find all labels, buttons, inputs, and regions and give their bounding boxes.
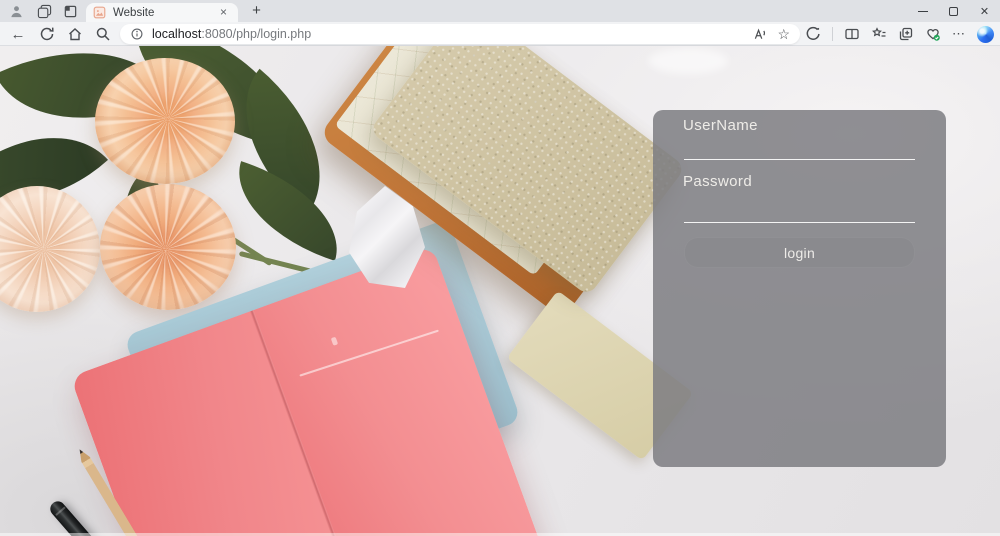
browser-window: Website × + ✕ ← localhost:8080/php/login… xyxy=(0,0,1000,536)
extensions-icon[interactable] xyxy=(805,26,821,42)
toolbar-divider xyxy=(832,27,833,41)
maximize-button[interactable] xyxy=(938,0,969,22)
refresh-icon[interactable] xyxy=(38,25,56,43)
tab-actions-icon[interactable] xyxy=(62,3,78,19)
new-tab-button[interactable]: + xyxy=(247,2,266,21)
rose-photo xyxy=(100,184,236,310)
username-input[interactable] xyxy=(684,136,915,160)
read-aloud-icon[interactable] xyxy=(752,27,767,42)
rose-photo xyxy=(0,186,100,312)
browser-tab[interactable]: Website × xyxy=(86,3,238,22)
login-button[interactable]: login xyxy=(684,237,915,268)
minimize-button[interactable] xyxy=(907,0,938,22)
favorites-icon[interactable] xyxy=(871,26,887,42)
blurred-object xyxy=(648,48,728,74)
pen-photo xyxy=(47,498,108,536)
back-icon[interactable]: ← xyxy=(9,25,27,43)
maximize-icon xyxy=(949,6,958,16)
settings-more-icon[interactable]: ⋯ xyxy=(952,26,966,42)
home-icon[interactable] xyxy=(66,25,84,43)
search-icon[interactable] xyxy=(94,25,112,43)
password-label: Password xyxy=(683,173,753,190)
favorite-star-icon[interactable]: ☆ xyxy=(777,27,790,41)
url-text[interactable]: localhost:8080/php/login.php xyxy=(152,27,752,41)
browser-toolbar: ← localhost:8080/php/login.php ☆ ⋯ xyxy=(0,22,1000,46)
url-host: localhost xyxy=(152,27,202,41)
collections-icon[interactable] xyxy=(898,26,914,42)
page-content: UserName Password login xyxy=(0,46,1000,536)
split-screen-icon[interactable] xyxy=(844,26,860,42)
login-form: UserName Password login xyxy=(653,110,946,467)
address-bar[interactable]: localhost:8080/php/login.php ☆ xyxy=(120,24,800,44)
tab-title: Website xyxy=(113,6,155,19)
window-controls: ✕ xyxy=(907,0,1000,22)
rose-photo xyxy=(95,58,235,184)
username-label: UserName xyxy=(683,117,758,134)
close-window-button[interactable]: ✕ xyxy=(969,0,1000,22)
minimize-icon xyxy=(917,10,928,12)
browser-essentials-icon[interactable] xyxy=(925,26,941,42)
workspaces-icon[interactable] xyxy=(36,3,52,19)
toolbar-right-icons: ⋯ xyxy=(805,25,994,43)
profile-icon[interactable] xyxy=(8,3,24,19)
browser-titlebar: Website × + ✕ xyxy=(0,0,1000,22)
tab-close-icon[interactable]: × xyxy=(216,5,231,20)
copilot-icon[interactable] xyxy=(977,25,994,43)
website-favicon-icon xyxy=(93,6,106,19)
password-input[interactable] xyxy=(684,199,915,223)
url-path: :8080/php/login.php xyxy=(201,27,312,41)
site-info-icon[interactable] xyxy=(130,27,144,41)
